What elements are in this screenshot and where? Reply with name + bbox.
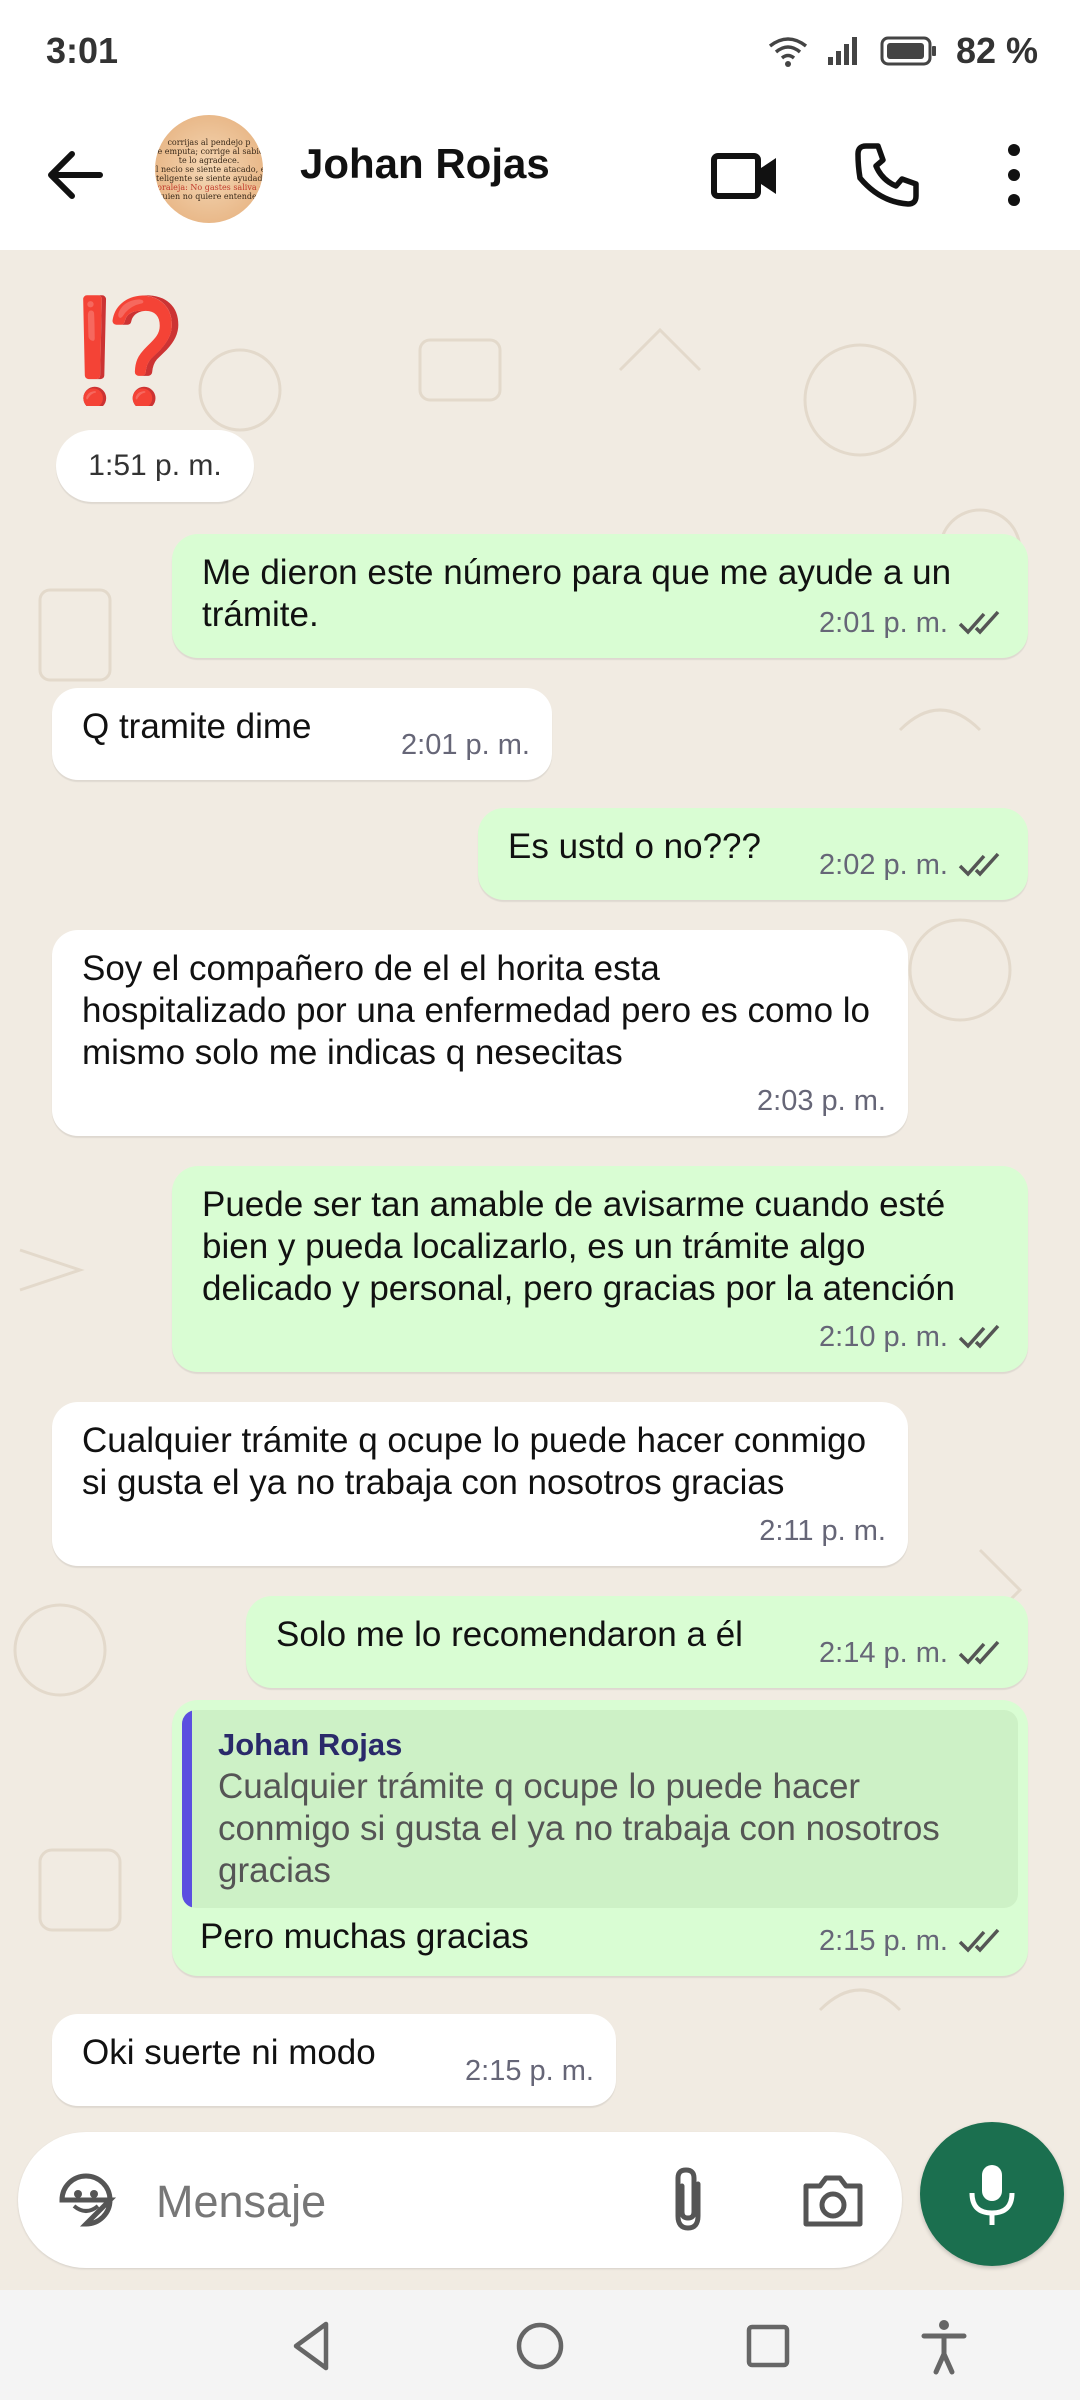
avatar-line: Moraleja: No gastes saliva en bbox=[155, 182, 263, 192]
wifi-icon bbox=[768, 37, 808, 67]
message-input[interactable]: Mensaje bbox=[18, 2132, 902, 2268]
sticker-glyph: ⁉️ bbox=[66, 291, 180, 406]
sticker-icon[interactable] bbox=[52, 2166, 120, 2234]
microphone-icon bbox=[969, 2165, 1015, 2225]
message-text: Pero muchas gracias bbox=[200, 1917, 529, 1956]
double-check-icon bbox=[958, 852, 1000, 877]
message-text: Cualquier trámite q ocupe lo puede hacer… bbox=[82, 1421, 867, 1502]
voice-record-button[interactable] bbox=[920, 2122, 1064, 2266]
quoted-message[interactable]: Johan Rojas Cualquier trámite q ocupe lo… bbox=[182, 1710, 1018, 1908]
message-placeholder: Mensaje bbox=[156, 2176, 327, 2227]
attach-icon[interactable] bbox=[658, 2162, 718, 2238]
video-call-icon[interactable] bbox=[708, 138, 782, 212]
message-bubble-outgoing[interactable]: Me dieron este número para que me ayude … bbox=[172, 534, 1028, 658]
battery-icon bbox=[880, 36, 936, 66]
avatar-line: El necio se siente atacado, el bbox=[155, 164, 263, 174]
nav-recents-icon[interactable] bbox=[738, 2316, 798, 2376]
signal-icon bbox=[827, 37, 857, 65]
avatar-line: quien no quiere entender bbox=[157, 191, 261, 201]
message-meta: 2:15 p. m. bbox=[819, 1920, 1006, 1962]
status-time: 3:01 bbox=[46, 30, 119, 71]
chat-area[interactable]: ⁉️ 1:51 p. m. Me dieron este número para… bbox=[0, 250, 1080, 2120]
quote-text: Cualquier trámite q ocupe lo puede hacer… bbox=[218, 1767, 940, 1890]
avatar-line: inteligente se siente ayudado. bbox=[155, 173, 263, 183]
message-bubble-incoming[interactable]: Cualquier trámite q ocupe lo puede hacer… bbox=[52, 1402, 908, 1566]
status-icons: 82 % bbox=[768, 30, 1038, 72]
message-meta: 2:03 p. m. bbox=[757, 1080, 886, 1122]
time-pill: 1:51 p. m. bbox=[56, 430, 254, 502]
more-options-icon[interactable] bbox=[976, 138, 1036, 212]
message-time: 2:02 p. m. bbox=[819, 849, 948, 881]
phone-call-icon[interactable] bbox=[850, 138, 924, 212]
message-bubble-reply[interactable]: Johan Rojas Cualquier trámite q ocupe lo… bbox=[172, 1700, 1028, 1976]
sticker-interrobang[interactable]: ⁉️ bbox=[62, 288, 180, 406]
double-check-icon bbox=[958, 1324, 1000, 1349]
double-check-icon bbox=[958, 1928, 1000, 1953]
accessibility-icon[interactable] bbox=[914, 2316, 974, 2376]
message-meta: 2:01 p. m. bbox=[401, 724, 530, 766]
camera-icon[interactable] bbox=[798, 2166, 868, 2236]
avatar-line: corrijas al pendejo p bbox=[167, 137, 251, 147]
nav-back-icon[interactable] bbox=[282, 2316, 342, 2376]
back-arrow-icon[interactable] bbox=[40, 140, 110, 210]
message-text: Soy el compañero de el el horita esta ho… bbox=[82, 949, 870, 1072]
message-meta: 2:14 p. m. bbox=[819, 1632, 1006, 1674]
message-time: 2:15 p. m. bbox=[819, 1925, 948, 1957]
battery-percent: 82 % bbox=[955, 30, 1038, 71]
system-nav-bar bbox=[0, 2290, 1080, 2400]
message-time: 2:11 p. m. bbox=[759, 1515, 886, 1547]
message-bubble-incoming[interactable]: Q tramite dime 2:01 p. m. bbox=[52, 688, 552, 780]
chat-header: corrijas al pendejo p te emputa; corrige… bbox=[0, 100, 1080, 250]
message-meta: 2:11 p. m. bbox=[759, 1510, 886, 1552]
message-meta: 2:01 p. m. bbox=[819, 602, 1006, 644]
nav-home-icon[interactable] bbox=[510, 2316, 570, 2376]
message-meta: 2:15 p. m. bbox=[465, 2050, 594, 2092]
quote-accent-bar bbox=[182, 1710, 192, 1908]
message-time: 2:14 p. m. bbox=[819, 1637, 948, 1669]
message-bubble-outgoing[interactable]: Solo me lo recomendaron a él 2:14 p. m. bbox=[246, 1596, 1028, 1688]
avatar[interactable]: corrijas al pendejo p te emputa; corrige… bbox=[155, 115, 263, 223]
message-time: 2:15 p. m. bbox=[465, 2055, 594, 2087]
message-meta: 2:02 p. m. bbox=[819, 844, 1006, 886]
message-text: Puede ser tan amable de avisarme cuando … bbox=[202, 1185, 955, 1308]
composer-bar: Mensaje bbox=[0, 2120, 1080, 2290]
message-bubble-outgoing[interactable]: Es ustd o no??? 2:02 p. m. bbox=[478, 808, 1028, 900]
double-check-icon bbox=[958, 1640, 1000, 1665]
message-bubble-incoming[interactable]: Oki suerte ni modo 2:15 p. m. bbox=[52, 2014, 616, 2106]
contact-name[interactable]: Johan Rojas bbox=[300, 140, 550, 188]
message-time: 2:01 p. m. bbox=[819, 607, 948, 639]
message-bubble-outgoing[interactable]: Puede ser tan amable de avisarme cuando … bbox=[172, 1166, 1028, 1372]
quote-author: Johan Rojas bbox=[218, 1727, 403, 1762]
double-check-icon bbox=[958, 610, 1000, 635]
message-time: 2:03 p. m. bbox=[757, 1085, 886, 1117]
message-meta: 2:10 p. m. bbox=[819, 1316, 1006, 1358]
message-time: 2:01 p. m. bbox=[401, 729, 530, 761]
message-bubble-incoming[interactable]: Soy el compañero de el el horita esta ho… bbox=[52, 930, 908, 1136]
status-bar: 3:01 82 % bbox=[0, 0, 1080, 100]
avatar-line: te lo agradece. bbox=[178, 155, 240, 165]
avatar-line: te emputa; corrige al sabio bbox=[155, 146, 263, 156]
message-time: 2:10 p. m. bbox=[819, 1321, 948, 1353]
